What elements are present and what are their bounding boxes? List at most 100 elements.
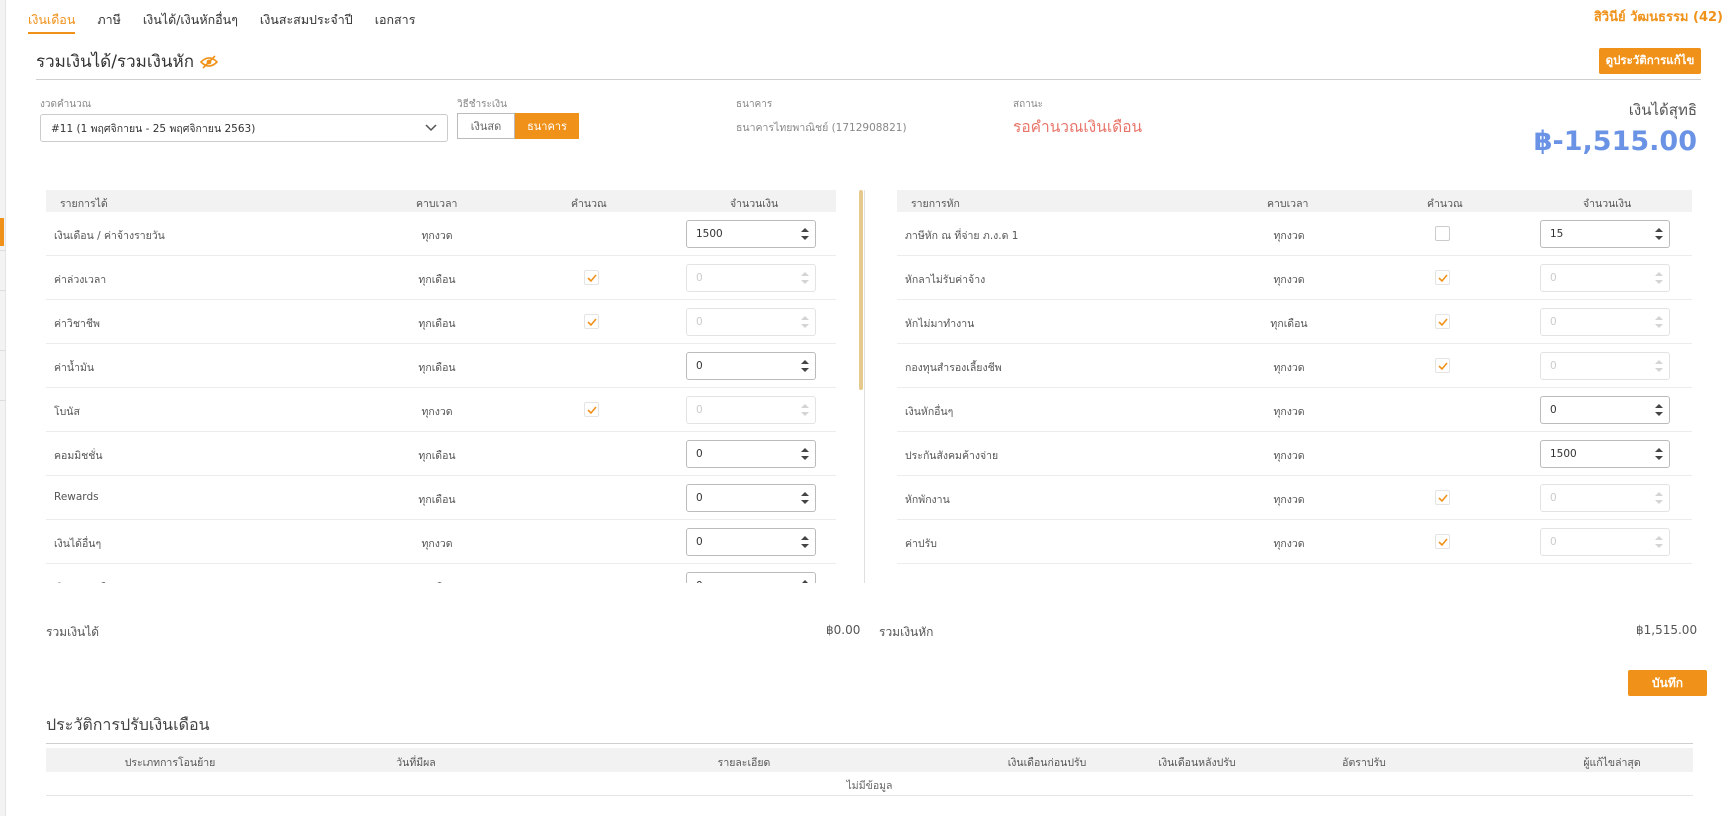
deduction-calc-checkbox[interactable] — [1435, 490, 1450, 505]
deduction-calc-checkbox[interactable] — [1435, 314, 1450, 329]
earning-item-period: ทุกเดือน — [418, 579, 455, 583]
stepper-arrows-icon — [801, 448, 809, 460]
earnings-scrollbar[interactable] — [859, 190, 863, 390]
history-header-type: ประเภทการโอนย้าย — [124, 757, 216, 769]
earning-amount-value: 0 — [696, 536, 703, 548]
earning-item-name: เงินเดือน / ค่าจ้างรายวัน — [54, 230, 165, 242]
deductions-table-header: รายการหัก คาบเวลา คำนวณ จำนวนเงิน — [897, 190, 1692, 212]
stepper-arrows-icon — [1655, 536, 1663, 548]
deduction-amount-input[interactable]: 15 — [1540, 220, 1670, 248]
history-header-effective-date: วันที่มีผล — [396, 757, 436, 769]
earning-amount-value: 1500 — [696, 228, 723, 240]
earning-amount-input[interactable]: 0 — [686, 528, 816, 556]
tab-salary[interactable]: เงินเดือน — [28, 10, 76, 34]
deduction-amount-input: 0 — [1540, 264, 1670, 292]
deduction-item-name: หักลาไม่รับค่าจ้าง — [905, 274, 986, 286]
stepper-arrows-icon — [802, 580, 808, 583]
checkmark-icon — [1438, 494, 1448, 503]
deduction-amount-value: 0 — [1550, 492, 1557, 504]
period-select[interactable]: #11 (1 พฤศจิกายน - 25 พฤศจิกายน 2563) — [40, 114, 448, 142]
deduction-amount-input: 0 — [1540, 484, 1670, 512]
earning-item-name: เงินได้อื่นๆ — [54, 538, 102, 550]
history-header-before: เงินเดือนก่อนปรับ — [1007, 757, 1087, 769]
section-divider — [36, 79, 1701, 80]
stepper-arrows-icon — [1655, 316, 1663, 328]
earning-item-name: ค่าล่วงเวลา — [54, 274, 107, 286]
table-divider — [864, 190, 865, 583]
earning-item-name: เงินช่วยเหลือ — [54, 579, 112, 583]
deduction-row: เงินหักอื่นๆ ทุกงวด 0 — [897, 388, 1692, 432]
earning-item-name: ค่าน้ำมัน — [54, 362, 95, 374]
deduction-amount-value: 0 — [1550, 360, 1557, 372]
deduction-amount-input[interactable]: 0 — [1540, 396, 1670, 424]
earning-amount-input[interactable]: 1500 — [686, 220, 816, 248]
earning-amount-input[interactable]: 0 — [686, 352, 816, 380]
tab-documents[interactable]: เอกสาร — [375, 10, 416, 34]
background-window-edge — [0, 0, 6, 816]
earning-item-period: ทุกงวด — [421, 406, 453, 418]
view-edit-history-button[interactable]: ดูประวัติการแก้ไข — [1599, 48, 1701, 74]
earning-item-name: คอมมิชชั่น — [54, 450, 103, 462]
deduction-item-period: ทุกงวด — [1273, 538, 1305, 550]
earning-calc-checkbox[interactable] — [584, 314, 599, 329]
deduction-row: ประกันสังคมค้างจ่าย ทุกงวด 1500 — [897, 432, 1692, 476]
deduction-item-name: เงินหักอื่นๆ — [905, 406, 954, 418]
deduction-calc-checkbox[interactable] — [1435, 358, 1450, 373]
earning-item-period: ทุกเดือน — [418, 318, 456, 330]
payment-method-toggle: เงินสด ธนาคาร — [457, 113, 579, 139]
deduction-calc-checkbox[interactable] — [1435, 534, 1450, 549]
top-tabs: เงินเดือน ภาษี เงินได้/เงินหักอื่นๆ เงิน… — [28, 10, 415, 34]
earning-item-period: ทุกเดือน — [418, 450, 456, 462]
earning-amount-input[interactable]: 0 — [686, 484, 816, 512]
earning-calc-checkbox[interactable] — [584, 270, 599, 285]
stepper-arrows-icon — [801, 316, 809, 328]
status-label: สถานะ — [1013, 99, 1043, 110]
status-value: รอคำนวณเงินเดือน — [1013, 118, 1143, 136]
tab-annual-savings[interactable]: เงินสะสมประจำปี — [260, 10, 353, 34]
history-divider — [46, 743, 1693, 744]
earning-amount-input: 0 — [686, 396, 816, 424]
deduction-row: กองทุนสำรองเลี้ยงชีพ ทุกงวด 0 — [897, 344, 1692, 388]
deduction-item-name: ภาษีหัก ณ ที่จ่าย ภ.ง.ด 1 — [905, 230, 1019, 242]
earning-amount-value: 0 — [696, 316, 703, 328]
deduction-row: หักลาไม่รับค่าจ้าง ทุกงวด 0 — [897, 256, 1692, 300]
earning-amount-input[interactable]: 0 — [686, 572, 816, 583]
background-divider — [0, 290, 6, 291]
deduction-amount-value: 0 — [1550, 272, 1557, 284]
tab-other-income-deduction[interactable]: เงินได้/เงินหักอื่นๆ — [143, 10, 238, 34]
history-table-header: ประเภทการโอนย้าย วันที่มีผล รายละเอียด เ… — [46, 748, 1693, 772]
earning-calc-checkbox[interactable] — [584, 402, 599, 417]
earning-amount-value: 0 — [696, 360, 703, 372]
deduction-amount-value: 1500 — [1550, 448, 1577, 460]
tab-tax[interactable]: ภาษี — [97, 10, 121, 34]
earnings-table-header: รายการได้ คาบเวลา คำนวณ จำนวนเงิน — [46, 190, 836, 212]
total-earnings-label: รวมเงินได้ — [46, 625, 100, 639]
net-income-value: ฿-1,515.00 — [1533, 126, 1697, 157]
earnings-header-period: คาบเวลา — [416, 198, 458, 210]
deduction-item-name: ประกันสังคมค้างจ่าย — [905, 450, 999, 462]
deduction-item-period: ทุกงวด — [1273, 494, 1305, 506]
checkmark-icon — [1438, 362, 1448, 371]
deduction-amount-input[interactable]: 1500 — [1540, 440, 1670, 468]
deduction-calc-checkbox[interactable] — [1435, 270, 1450, 285]
deduction-item-period: ทุกงวด — [1273, 362, 1305, 374]
deduction-row: หักไม่มาทำงาน ทุกเดือน 0 — [897, 300, 1692, 344]
payment-option-bank[interactable]: ธนาคาร — [515, 113, 579, 139]
earning-amount-input[interactable]: 0 — [686, 440, 816, 468]
deductions-header-amount: จำนวนเงิน — [1583, 198, 1632, 210]
payment-option-cash[interactable]: เงินสด — [457, 113, 515, 139]
save-button[interactable]: บันทึก — [1628, 670, 1707, 696]
eye-slash-icon[interactable] — [200, 54, 219, 69]
deduction-calc-checkbox[interactable] — [1435, 226, 1450, 241]
payment-method-label: วิธีชำระเงิน — [457, 99, 507, 110]
checkmark-icon — [1438, 318, 1448, 327]
deduction-amount-input: 0 — [1540, 308, 1670, 336]
total-earnings-value: ฿0.00 — [826, 623, 861, 637]
checkmark-icon — [587, 318, 597, 327]
deductions-header-item: รายการหัก — [911, 198, 960, 210]
stepper-arrows-icon — [801, 404, 809, 416]
deduction-row: ภาษีหัก ณ ที่จ่าย ภ.ง.ด 1 ทุกงวด 15 — [897, 212, 1692, 256]
earning-item-period: ทุกงวด — [421, 230, 453, 242]
earning-row: เงินเดือน / ค่าจ้างรายวัน ทุกงวด 1500 — [46, 212, 836, 256]
period-select-value: #11 (1 พฤศจิกายน - 25 พฤศจิกายน 2563) — [51, 122, 256, 135]
